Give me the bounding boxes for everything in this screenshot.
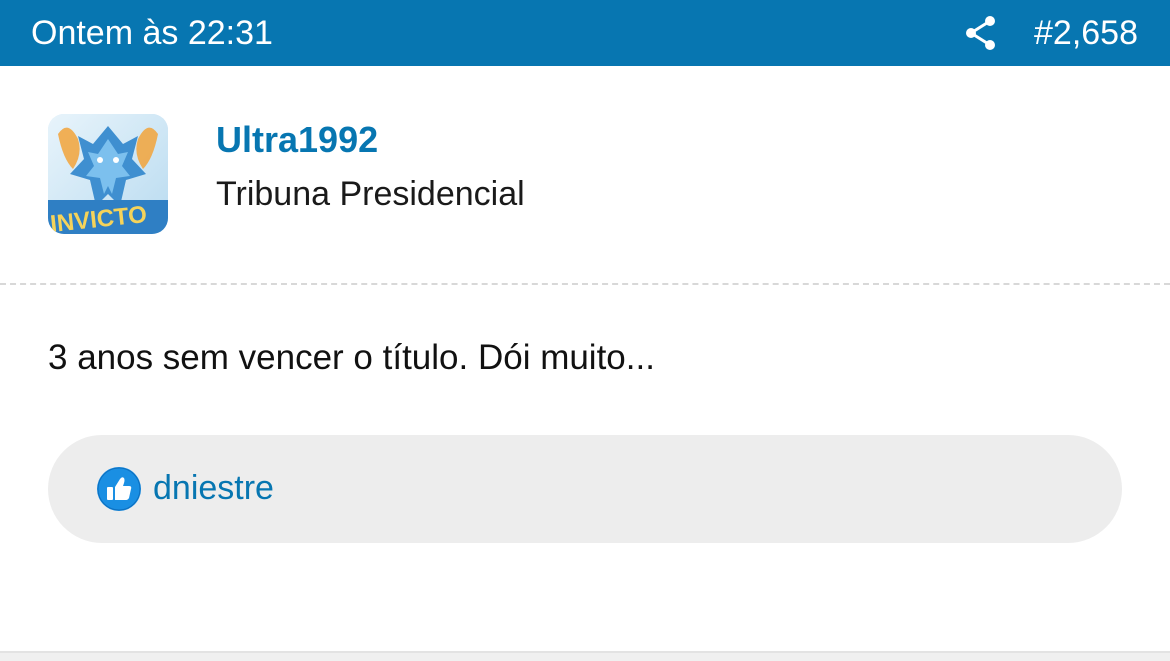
bottom-separator [0,651,1170,661]
post-header: Ontem às 22:31 #2,658 [0,0,1170,66]
user-title: Tribuna Presidencial [216,175,525,213]
reactions-bar[interactable]: dniestre [48,435,1122,543]
thumbs-up-icon [97,467,141,511]
share-icon[interactable] [962,14,1000,52]
username-link[interactable]: Ultra1992 [216,120,378,160]
reaction-user-link[interactable]: dniestre [153,468,274,508]
post-time[interactable]: Ontem às 22:31 [31,14,273,52]
message-body: 3 anos sem vencer o título. Dói muito... [48,338,655,377]
divider [0,283,1170,285]
avatar[interactable]: INVICTO [48,114,168,234]
author-block: INVICTO Ultra1992 Tribuna Presidencial [0,66,1170,284]
post-number-link[interactable]: #2,658 [1034,14,1138,52]
